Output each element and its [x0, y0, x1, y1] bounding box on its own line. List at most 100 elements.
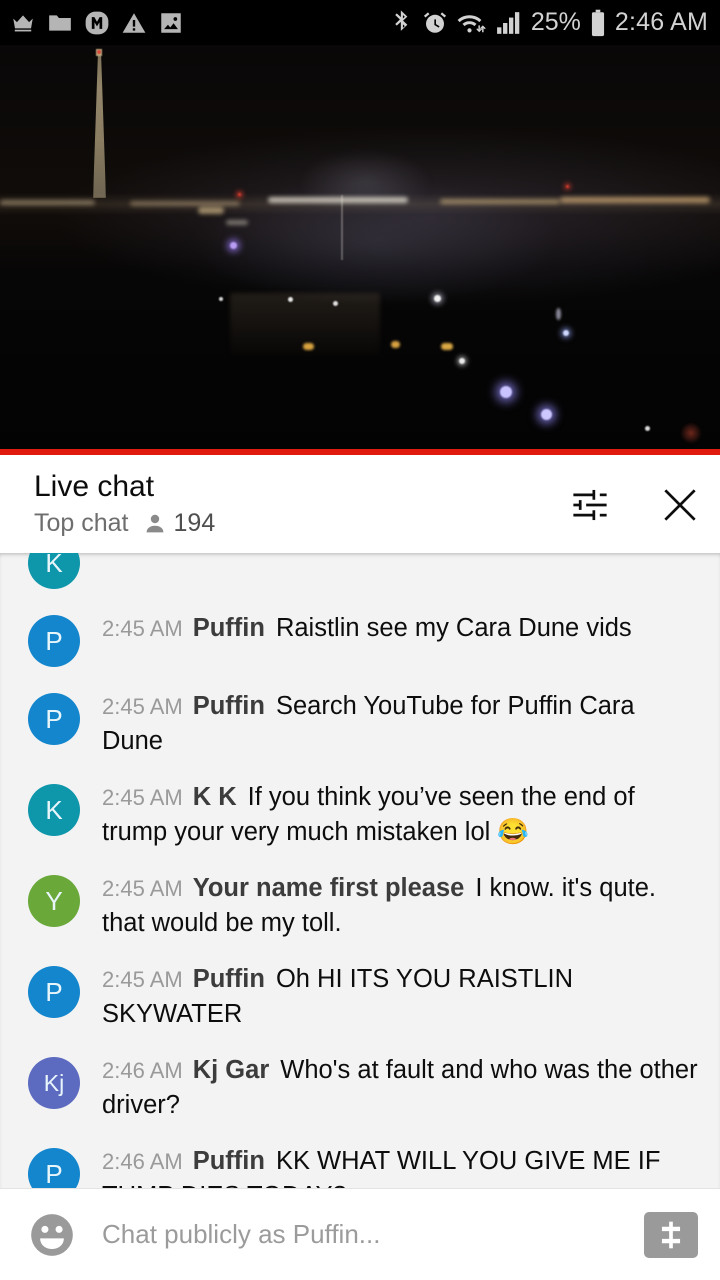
- clock-label: 2:46 AM: [614, 8, 708, 36]
- message-timestamp: 2:45 AM: [102, 876, 183, 901]
- message-author[interactable]: Kj Gar: [193, 1056, 270, 1084]
- city-light: [303, 343, 314, 350]
- city-light: [434, 295, 441, 302]
- message-timestamp: 2:45 AM: [102, 785, 183, 810]
- avatar-letter: K: [45, 553, 63, 578]
- city-light-cluster: [268, 197, 408, 203]
- alarm-icon: [423, 11, 446, 33]
- wifi-icon: [457, 14, 486, 32]
- city-light: [288, 297, 293, 302]
- message-text: Who's at fault and who was the other dri…: [102, 1056, 698, 1119]
- chat-message-body: 2:45 AM K K If you think you’ve seen the e…: [102, 780, 702, 849]
- dollar-icon: [661, 1221, 681, 1248]
- chat-mode-label[interactable]: Top chat: [34, 509, 129, 538]
- video-progress-bar[interactable]: [0, 449, 720, 455]
- message-author[interactable]: K K: [193, 783, 237, 811]
- chat-message[interactable]: P 2:45 AM Puffin Raistlin see my Cara Dune…: [0, 611, 720, 667]
- chat-title: Live chat: [34, 470, 155, 503]
- chat-message-body: 2:46 AM Kj Gar Who's at fault and who was …: [102, 1053, 702, 1122]
- chat-message-partial[interactable]: K: [0, 553, 720, 589]
- chat-message[interactable]: P 2:45 AM Puffin Oh HI ITS YOU RAISTLIN SK…: [0, 962, 720, 1031]
- city-light: [198, 207, 224, 214]
- message-author[interactable]: Puffin: [193, 692, 265, 720]
- message-author[interactable]: Puffin: [193, 614, 265, 642]
- chat-message[interactable]: Y 2:45 AM Your name first please I know. i…: [0, 871, 720, 940]
- image-icon: [161, 12, 181, 33]
- status-bar-right-icons: 25% 2:46 AM: [391, 8, 708, 37]
- city-light: [680, 422, 702, 444]
- message-author[interactable]: Your name first please: [193, 874, 465, 902]
- chat-message[interactable]: P 2:45 AM Puffin Search YouTube for Puffin…: [0, 689, 720, 758]
- viewer-count-group: 194: [143, 509, 216, 538]
- close-icon: [664, 489, 696, 521]
- emoji-face-icon: [31, 1213, 73, 1256]
- city-light: [459, 358, 465, 364]
- avatar[interactable]: Y: [28, 875, 80, 927]
- city-light: [645, 426, 650, 431]
- chat-message[interactable]: K 2:45 AM K K If you think you’ve seen the…: [0, 780, 720, 849]
- avatar[interactable]: P: [28, 693, 80, 745]
- battery-percent-label: 25%: [530, 8, 581, 36]
- city-light: [230, 242, 237, 249]
- avatar[interactable]: P: [28, 1148, 80, 1188]
- avatar-letter: Y: [45, 886, 63, 916]
- message-text: Raistlin see my Cara Dune vids: [275, 614, 632, 642]
- avatar[interactable]: K: [28, 784, 80, 836]
- message-text: KK WHAT WILL YOU GIVE ME IF TUMP DIES TO…: [102, 1147, 661, 1188]
- avatar[interactable]: P: [28, 966, 80, 1018]
- city-light: [566, 185, 569, 188]
- city-light: [391, 341, 400, 348]
- city-light: [441, 343, 453, 350]
- chat-message-body: 2:45 AM Puffin Raistlin see my Cara Dune v…: [102, 611, 702, 646]
- message-timestamp: 2:45 AM: [102, 694, 183, 719]
- youtube-live-chat-screen: 25% 2:46 AM Live chat Top chat 194 K P 2…: [0, 0, 720, 1280]
- viewer-count-label: 194: [173, 509, 216, 537]
- monument-beacon-light: [97, 50, 101, 54]
- avatar-letter: P: [45, 704, 63, 734]
- emoji-picker-button[interactable]: [26, 1209, 78, 1261]
- chat-message-body: 2:45 AM Puffin Oh HI ITS YOU RAISTLIN SKYW…: [102, 962, 702, 1031]
- avatar-letter: P: [45, 1159, 63, 1188]
- avatar-letter: Kj: [43, 1069, 65, 1096]
- avatar-letter: P: [45, 626, 63, 656]
- city-light: [226, 220, 248, 225]
- status-bar-left-icons: [10, 10, 184, 36]
- message-timestamp: 2:45 AM: [102, 616, 183, 641]
- avatar[interactable]: Kj: [28, 1057, 80, 1109]
- city-light: [219, 297, 223, 301]
- avatar[interactable]: K: [28, 553, 80, 589]
- washington-monument: [93, 53, 106, 198]
- chat-message[interactable]: P 2:46 AM Puffin KK WHAT WILL YOU GIVE ME …: [0, 1144, 720, 1188]
- tune-icon: [573, 489, 607, 521]
- avatar[interactable]: P: [28, 615, 80, 667]
- chat-message-list[interactable]: K P 2:45 AM Puffin Raistlin see my Cara Du…: [0, 553, 720, 1188]
- battery-icon: [591, 9, 604, 36]
- m-badge-icon: [85, 11, 109, 34]
- chat-header-actions: [568, 469, 702, 527]
- chat-input[interactable]: [78, 1219, 644, 1250]
- warning-icon: [122, 12, 146, 33]
- message-timestamp: 2:46 AM: [102, 1149, 183, 1174]
- chat-message-body: 2:46 AM Puffin KK WHAT WILL YOU GIVE ME IF…: [102, 1144, 702, 1188]
- message-author[interactable]: Puffin: [193, 1147, 265, 1175]
- avatar-letter: P: [45, 977, 63, 1007]
- status-bar: 25% 2:46 AM: [0, 0, 720, 45]
- chat-message[interactable]: Kj 2:46 AM Kj Gar Who's at fault and who w…: [0, 1053, 720, 1122]
- video-frame: [0, 45, 720, 455]
- super-chat-button[interactable]: [644, 1211, 698, 1258]
- chat-message-body: 2:45 AM Your name first please I know. it'…: [102, 871, 702, 940]
- chat-settings-button[interactable]: [568, 483, 612, 527]
- city-light: [541, 409, 552, 420]
- chat-header: Live chat Top chat 194: [0, 455, 720, 553]
- avatar-letter: K: [45, 795, 63, 825]
- person-icon: [146, 514, 163, 532]
- message-author[interactable]: Puffin: [193, 965, 265, 993]
- city-light: [333, 301, 338, 306]
- city-light-cluster: [560, 197, 710, 203]
- city-light: [556, 308, 561, 320]
- crown-icon: [13, 14, 33, 31]
- chat-subheader: Top chat 194: [34, 509, 215, 538]
- video-player[interactable]: [0, 45, 720, 455]
- close-chat-button[interactable]: [658, 483, 702, 527]
- chat-header-titles: Live chat Top chat 194: [34, 469, 215, 538]
